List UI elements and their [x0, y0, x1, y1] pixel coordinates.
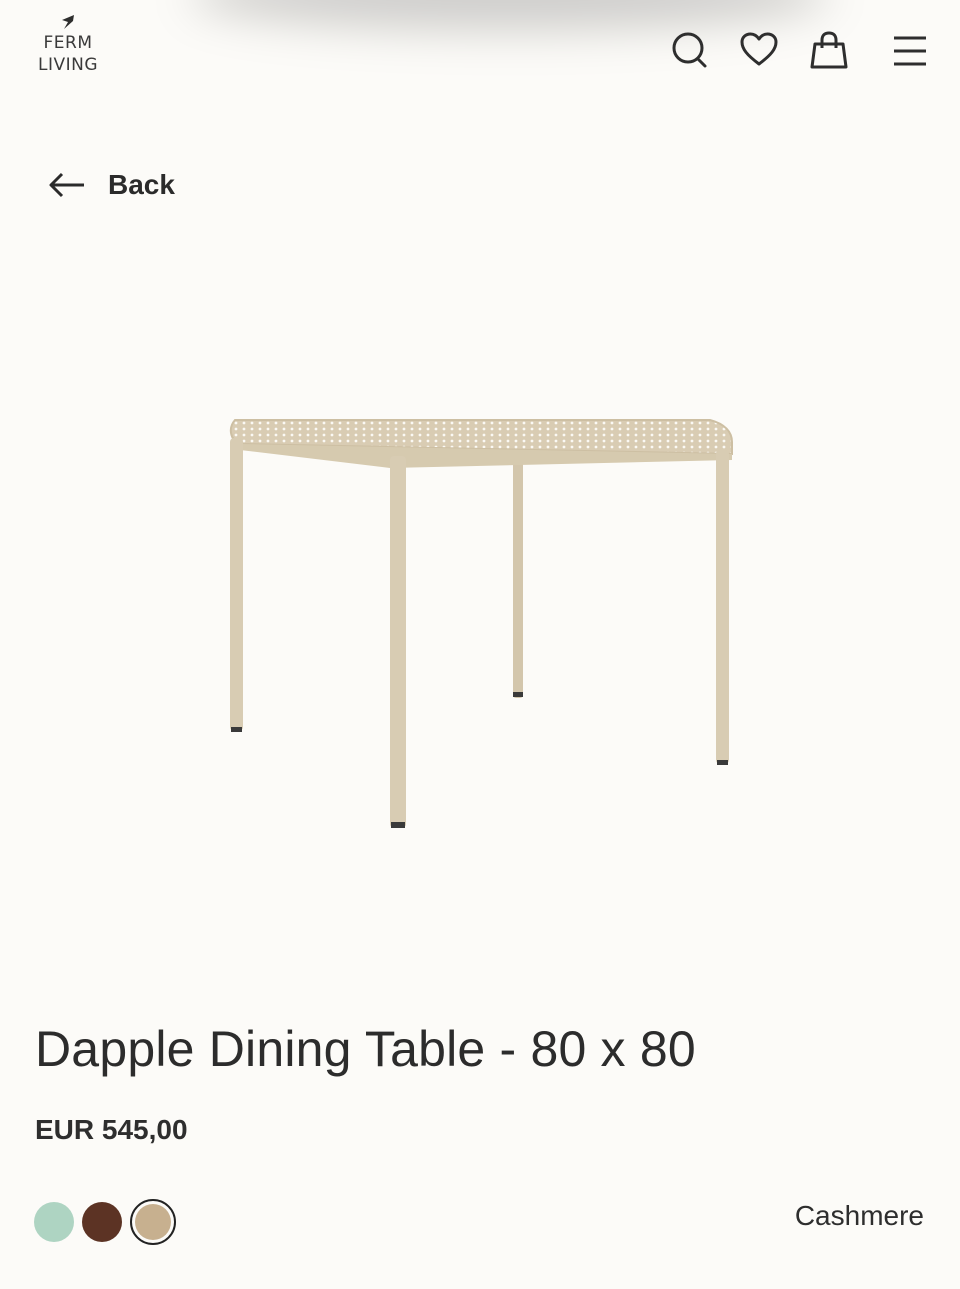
heart-icon[interactable] — [737, 28, 781, 72]
brand-line-1: FERM — [43, 33, 93, 53]
bird-icon — [62, 15, 74, 29]
product-title: Dapple Dining Table - 80 x 80 — [35, 1021, 696, 1077]
back-label: Back — [108, 169, 175, 200]
swatch-mint[interactable] — [34, 1202, 74, 1242]
swatch-brown[interactable] — [82, 1202, 122, 1242]
product-price: EUR 545,00 — [35, 1114, 188, 1145]
swatch-cashmere[interactable] — [130, 1199, 176, 1245]
back-link[interactable]: Back — [48, 164, 175, 206]
menu-icon[interactable] — [888, 28, 932, 72]
brand-line-2: LIVING — [37, 55, 99, 75]
search-icon[interactable] — [668, 28, 712, 72]
product-image[interactable] — [200, 390, 760, 850]
brand-logo[interactable]: FERM LIVING — [30, 14, 106, 76]
arrow-left-icon — [49, 172, 84, 198]
color-swatches — [34, 1199, 184, 1245]
site-header: FERM LIVING — [0, 0, 960, 110]
bag-icon[interactable] — [807, 28, 851, 72]
selected-color-name: Cashmere — [794, 1200, 924, 1231]
